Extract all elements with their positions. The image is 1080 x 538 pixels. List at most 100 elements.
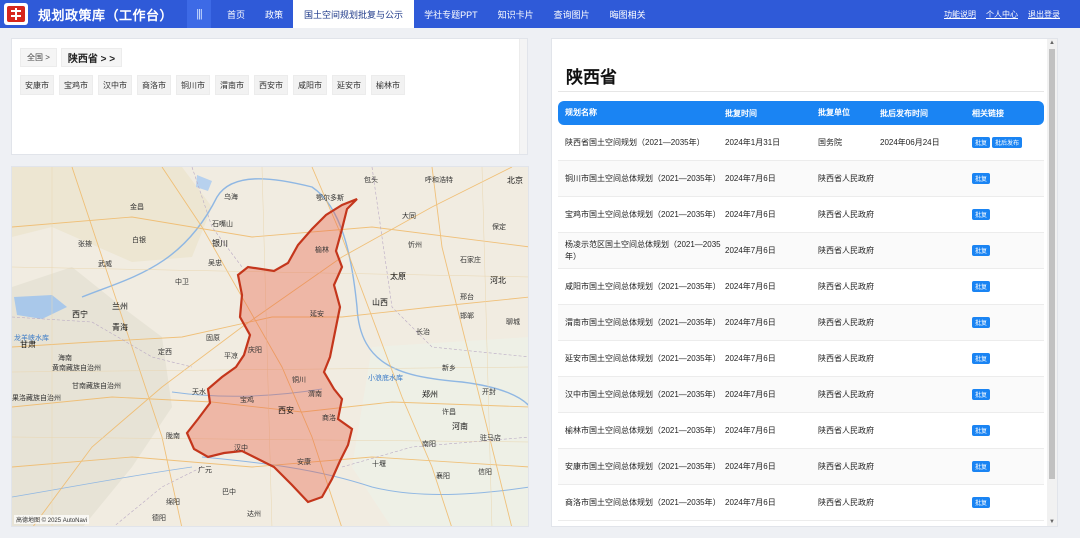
approval-date-cell: 2024年7月6日	[725, 282, 776, 291]
table-row[interactable]: 渭南市国土空间总体规划（2021—2035年） 2024年7月6日 陕西省人民政府 批…	[558, 305, 1044, 341]
approval-unit-cell: 陕西省人民政府	[818, 245, 874, 255]
related-links-cell: 批复	[972, 497, 1044, 508]
nav-item-map-related[interactable]: 晦图相关	[600, 0, 656, 28]
approval-unit-cell: 陕西省人民政府	[818, 353, 874, 363]
city-xian[interactable]: 西安市	[254, 75, 288, 95]
column-header-name: 规划名称	[565, 108, 597, 117]
table-row[interactable]: 商洛市国土空间总体规划（2021—2035年） 2024年7月6日 陕西省人民政府 批…	[558, 485, 1044, 521]
plan-name-cell: 延安市国土空间总体规划（2021—2035年）	[565, 353, 721, 363]
table-row[interactable]: 榆林市国土空间总体规划（2021—2035年） 2024年7月6日 陕西省人民政府 批…	[558, 413, 1044, 449]
approval-link-button[interactable]: 批复	[972, 317, 991, 328]
approval-date-cell: 2024年7月6日	[725, 210, 776, 219]
approval-link-button[interactable]: 批复	[972, 497, 991, 508]
table-row[interactable]: 安康市国土空间总体规划（2021—2035年） 2024年7月6日 陕西省人民政府 批…	[558, 449, 1044, 485]
map-attribution: 高德地图 © 2025 AutoNavi	[14, 515, 90, 524]
page-title: 陕西省	[566, 68, 617, 87]
city-yulin[interactable]: 榆林市	[371, 75, 405, 95]
approval-date-cell: 2024年7月6日	[725, 174, 776, 183]
city-shangluo[interactable]: 商洛市	[137, 75, 171, 95]
approval-unit-cell: 陕西省人民政府	[818, 317, 874, 327]
city-ankang[interactable]: 安康市	[20, 75, 54, 95]
approval-date-cell: 2024年7月6日	[725, 462, 776, 471]
breadcrumb: 全国 > 陕西省 > >	[20, 48, 123, 67]
plan-name-cell: 铜川市国土空间总体规划（2021—2035年）	[565, 173, 721, 183]
approval-date-cell: 2024年7月6日	[725, 354, 776, 363]
table-scrollbar[interactable]: ▲ ▼	[1047, 39, 1057, 526]
scroll-up-icon[interactable]: ▲	[1047, 39, 1057, 47]
column-header-date: 批复时间	[725, 108, 757, 118]
city-list: 安康市 宝鸡市 汉中市 商洛市 铜川市 渭南市 西安市 咸阳市 延安市 榆林市	[20, 75, 405, 95]
related-links-cell: 批复	[972, 245, 1044, 256]
approval-unit-cell: 陕西省人民政府	[818, 281, 874, 291]
column-header-unit: 批复单位	[818, 108, 850, 117]
related-links-cell: 批复	[972, 461, 1044, 472]
approval-unit-cell: 陕西省人民政府	[818, 425, 874, 435]
nav-item-ppt[interactable]: 学社专题PPT	[414, 0, 488, 28]
plan-name-cell: 宝鸡市国土空间总体规划（2021—2035年）	[565, 209, 721, 219]
approval-unit-cell: 陕西省人民政府	[818, 461, 874, 471]
approval-link-button[interactable]: 批复	[972, 137, 991, 148]
city-weinan[interactable]: 渭南市	[215, 75, 249, 95]
nav-item-home[interactable]: 首页	[217, 0, 255, 28]
logout-link[interactable]: 退出登录	[1028, 9, 1060, 20]
breadcrumb-national[interactable]: 全国 >	[20, 48, 57, 67]
approval-link-button[interactable]: 批复	[972, 389, 991, 400]
table-body: 陕西省国土空间规划（2021—2035年） 2024年1月31日 国务院 2024年0…	[558, 125, 1044, 521]
plan-name-cell: 榆林市国土空间总体规划（2021—2035年）	[565, 425, 721, 435]
related-links-cell: 批复	[972, 317, 1044, 328]
city-yanan[interactable]: 延安市	[332, 75, 366, 95]
approval-link-button[interactable]: 批复	[972, 281, 991, 292]
plan-table: 规划名称 批复时间 批复单位 批后发布时间 相关链接 陕西省国土空间规划（202…	[558, 101, 1044, 521]
approval-link-button[interactable]: 批复	[972, 173, 991, 184]
table-row[interactable]: 延安市国土空间总体规划（2021—2035年） 2024年7月6日 陕西省人民政府 批…	[558, 341, 1044, 377]
plan-name-cell: 咸阳市国土空间总体规划（2021—2035年）	[565, 281, 721, 291]
approval-link-button[interactable]: 批复	[972, 425, 991, 436]
approval-date-cell: 2024年1月31日	[725, 138, 781, 147]
menu-toggle-icon[interactable]: |||	[187, 0, 212, 28]
app-logo[interactable]	[4, 3, 28, 25]
table-row[interactable]: 铜川市国土空间总体规划（2021—2035年） 2024年7月6日 陕西省人民政府 批…	[558, 161, 1044, 197]
table-row[interactable]: 杨凌示范区国土空间总体规划（2021—2035年） 2024年7月6日 陕西省人民政…	[558, 233, 1044, 269]
nav-item-plan-approval[interactable]: 国土空间规划批复与公示	[293, 0, 415, 28]
nav-item-policy[interactable]: 政策	[255, 0, 293, 28]
related-links-cell: 批复	[972, 425, 1044, 436]
approval-link-button[interactable]: 批复	[972, 245, 991, 256]
approval-date-cell: 2024年7月6日	[725, 390, 776, 399]
approval-link-button[interactable]: 批复	[972, 209, 991, 220]
city-hanzhong[interactable]: 汉中市	[98, 75, 132, 95]
map-canvas[interactable]	[12, 167, 529, 527]
main-nav: 首页 政策 国土空间规划批复与公示 学社专题PPT 知识卡片 查询图片 晦图相关	[217, 0, 656, 28]
nav-item-image-search[interactable]: 查询图片	[544, 0, 600, 28]
profile-link[interactable]: 个人中心	[986, 9, 1018, 20]
filter-scrollbar[interactable]	[519, 39, 527, 154]
approval-date-cell: 2024年7月6日	[725, 318, 776, 327]
table-row[interactable]: 咸阳市国土空间总体规划（2021—2035年） 2024年7月6日 陕西省人民政府 批…	[558, 269, 1044, 305]
related-links-cell: 批复	[972, 173, 1044, 184]
column-header-publish: 批后发布时间	[880, 108, 928, 118]
help-link[interactable]: 功能说明	[944, 9, 976, 20]
user-links: 功能说明 个人中心 退出登录	[944, 0, 1060, 28]
scrollbar-thumb[interactable]	[1049, 49, 1055, 479]
publish-date-cell: 2024年06月24日	[880, 138, 940, 147]
column-header-links: 相关链接	[972, 108, 1004, 118]
approval-link-button[interactable]: 批复	[972, 353, 991, 364]
city-baoji[interactable]: 宝鸡市	[59, 75, 93, 95]
province-map[interactable]: 乌海 包头 呼和浩特 鄂尔多斯 大同 北京 金昌 石嘴山 银川 武威 吴忠 忻州…	[11, 166, 529, 527]
related-links-cell: 批复 批后发布	[972, 137, 1044, 148]
plan-name-cell: 汉中市国土空间总体规划（2021—2035年）	[565, 389, 721, 399]
plan-name-cell: 渭南市国土空间总体规划（2021—2035年）	[565, 317, 721, 327]
plan-name-cell: 安康市国土空间总体规划（2021—2035年）	[565, 461, 721, 471]
table-row[interactable]: 宝鸡市国土空间总体规划（2021—2035年） 2024年7月6日 陕西省人民政府 批…	[558, 197, 1044, 233]
city-tongchuan[interactable]: 铜川市	[176, 75, 210, 95]
scroll-down-icon[interactable]: ▼	[1047, 518, 1057, 526]
table-row[interactable]: 汉中市国土空间总体规划（2021—2035年） 2024年7月6日 陕西省人民政府 批…	[558, 377, 1044, 413]
approval-unit-cell: 陕西省人民政府	[818, 497, 874, 507]
publish-link-button[interactable]: 批后发布	[992, 137, 1023, 148]
approval-link-button[interactable]: 批复	[972, 461, 991, 472]
city-xianyang[interactable]: 咸阳市	[293, 75, 327, 95]
nav-item-knowledge-cards[interactable]: 知识卡片	[488, 0, 544, 28]
related-links-cell: 批复	[972, 389, 1044, 400]
related-links-cell: 批复	[972, 353, 1044, 364]
table-row[interactable]: 陕西省国土空间规划（2021—2035年） 2024年1月31日 国务院 2024年0…	[558, 125, 1044, 161]
breadcrumb-province[interactable]: 陕西省 > >	[60, 48, 123, 67]
